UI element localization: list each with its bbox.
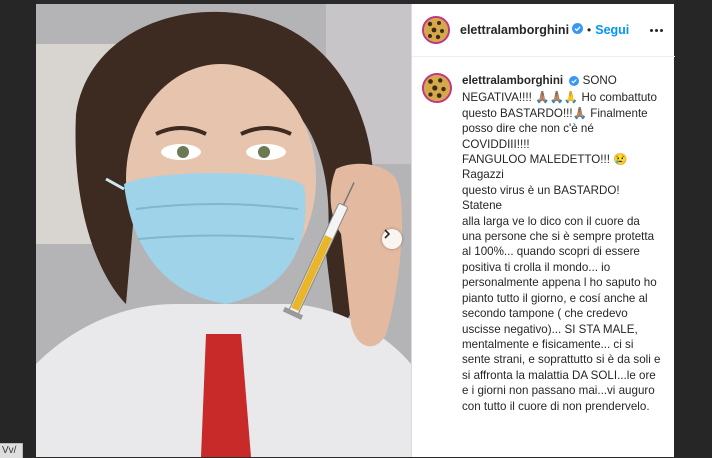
chevron-right-icon (384, 229, 391, 239)
follow-button[interactable]: Segui (595, 23, 629, 37)
caption-line: mentalmente e fisicamente... ci si (462, 337, 634, 351)
caption-line: posso dire che non c'è né COVIDDIII!!!! (462, 122, 594, 151)
carousel-next-button[interactable] (382, 229, 402, 249)
caption-line: SONO (582, 74, 617, 87)
header-separator: • (587, 23, 592, 37)
backdrop-right (674, 0, 712, 457)
caption-avatar[interactable] (422, 73, 452, 103)
post-photo (36, 4, 411, 457)
caption-line: NEGATIVA!!!! 🙏🏽🙏🏽🙏 Ho combattuto (462, 91, 657, 105)
post-header: elettralamborghini • Segui (412, 4, 675, 57)
caption-line: con tutto il cuore di non prendervelo. (462, 399, 650, 413)
header-username[interactable]: elettralamborghini (460, 23, 569, 37)
post-sidebar: elettralamborghini • Segui elettralambor… (411, 4, 675, 457)
selfie-illustration (36, 4, 411, 457)
leopard-avatar-icon (424, 18, 448, 42)
caption-line: uscisse negativo)... SI STA MALE, (462, 322, 638, 336)
caption-line: personalmente appena l ho saputo ho (462, 276, 657, 290)
backdrop-left (0, 0, 36, 457)
status-bar-url: Vv/ (0, 443, 24, 458)
caption-line: questo virus è un BASTARDO! Statene (462, 183, 620, 213)
caption-block: elettralamborghini SONO NEGATIVA!!!! 🙏🏽🙏… (412, 57, 675, 414)
caption-line: FANGULOO MALEDETTO!!! 😢 Ragazzi (462, 153, 628, 182)
verified-badge-icon (569, 75, 580, 90)
caption-username[interactable]: elettralamborghini (462, 74, 563, 87)
caption-line: e i giorni non passano mai...vi auguro (462, 384, 655, 398)
caption-line: al 100%... quando scopri di essere (462, 245, 640, 259)
caption-line: questo BASTARDO!!!🙏🏽 Finalmente (462, 106, 648, 120)
caption-line: positiva ti crolla il mondo... io (462, 260, 611, 274)
caption-line: pianto tutto il giorno, e cosí anche al (462, 291, 648, 305)
caption-line: sente strani, e soprattutto si è da soli… (462, 353, 661, 367)
more-options-icon[interactable] (650, 28, 663, 32)
caption-line: una persone che si è sempre protetta (462, 230, 655, 244)
caption-line: secondo tampone ( che credevo (462, 307, 628, 321)
caption-line: alla larga ve lo dico con il cuore da (462, 214, 640, 228)
instagram-post: elettralamborghini • Segui elettralambor… (36, 4, 675, 457)
avatar[interactable] (422, 16, 450, 44)
verified-badge-icon (572, 21, 584, 39)
caption-line: si affronta la malattia DA SOLI...le ore (462, 368, 656, 382)
caption-text: elettralamborghini SONO NEGATIVA!!!! 🙏🏽🙏… (462, 73, 662, 414)
leopard-avatar-icon (424, 75, 450, 101)
